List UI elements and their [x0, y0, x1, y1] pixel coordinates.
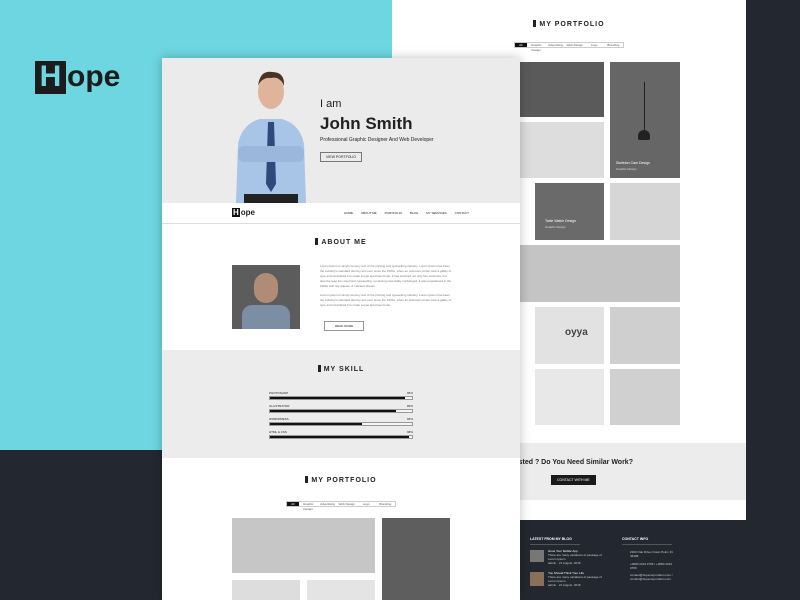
skill-section: MY SKILL PHOTOSHOP 95% ILLUSTRATOR 89% WORDP… [162, 350, 520, 458]
portfolio-tile[interactable] [610, 183, 680, 240]
contact-button[interactable]: CONTACT WITH ME [551, 475, 596, 485]
about-portrait [232, 265, 300, 329]
skill-percent: 65% [406, 417, 413, 421]
skill-name: WORDPRESS [269, 417, 289, 421]
skill-track [269, 422, 413, 426]
contact-emails: contact@hopecorporation.com / contact@ho… [630, 573, 673, 581]
blog-thumb [530, 550, 544, 562]
portfolio-tile[interactable] [520, 62, 604, 117]
filter-graphic[interactable]: Graphic Design [299, 502, 318, 511]
portfolio-tile[interactable] [610, 369, 680, 425]
portfolio-section: MY PORTFOLIO All Graphic Design Advertisin… [162, 458, 520, 600]
portfolio-tile[interactable]: Table Watch Design Graphic Design [535, 183, 604, 240]
skill-fill [270, 436, 410, 438]
portfolio-filters: All Graphic Design Advertising Web Design Lo… [286, 501, 396, 511]
skill-name: PHOTOSHOP [269, 391, 289, 395]
nav-contact[interactable]: CONTACT [455, 211, 469, 215]
filter-web[interactable]: Web Design [565, 43, 584, 47]
skill-percent: 95% [406, 391, 413, 395]
filter-branding[interactable]: Branding [376, 502, 395, 506]
skill-track [269, 409, 413, 413]
filter-advertising[interactable]: Advertising [546, 43, 565, 47]
brand-logo: Hope [35, 60, 120, 94]
hero-name: John Smith [320, 114, 413, 133]
skill-bar: WORDPRESS 65% [269, 417, 413, 426]
read-more-button[interactable]: READ MORE [324, 321, 365, 331]
portfolio-tile[interactable]: Skeleton Cam Design Graphic Design [610, 62, 680, 178]
hero-greeting: I am [320, 98, 342, 110]
portfolio-tile[interactable] [520, 245, 680, 302]
blog-post[interactable]: Grow Your Mobile App There are many varia… [548, 549, 608, 565]
portfolio-tile[interactable] [232, 518, 375, 573]
nav-home[interactable]: HOME [344, 211, 353, 215]
skill-percent: 89% [406, 404, 413, 408]
filter-logo[interactable]: Logo [356, 502, 375, 506]
filter-all[interactable]: All [287, 502, 299, 506]
blog-thumb [530, 572, 544, 586]
filter-graphic[interactable]: Graphic Design [527, 43, 546, 52]
skill-fill [270, 423, 363, 425]
nav-portfolio[interactable]: PORTFOLIO [385, 211, 402, 215]
filter-all[interactable]: All [515, 43, 527, 47]
hero-section: I am John Smith Professional Graphic Des… [162, 58, 520, 203]
portfolio-tile[interactable] [232, 580, 300, 600]
about-title: ABOUT ME [162, 238, 520, 246]
nav-services[interactable]: MY SERVICES [426, 211, 446, 215]
about-paragraph: Lorem Ipsum is simply dummy text of the … [320, 264, 452, 307]
portfolio-tile[interactable] [307, 580, 375, 600]
profile-photo [236, 71, 306, 203]
filter-web[interactable]: Web Design [337, 502, 356, 506]
hero-subtitle: Professional Graphic Designer And Web De… [320, 137, 434, 143]
skill-name: HTML & CSS [269, 430, 287, 434]
portfolio-title: MY PORTFOLIO [392, 20, 746, 28]
skill-fill [270, 410, 397, 412]
skill-fill [270, 397, 405, 399]
portfolio-tile[interactable] [382, 518, 450, 600]
navbar: Hope HOME ABOUT ME PORTFOLIO BLOG MY SER… [162, 203, 520, 224]
skill-name: ILLUSTRATOR [269, 404, 290, 408]
nav-about[interactable]: ABOUT ME [361, 211, 377, 215]
skill-track [269, 435, 413, 439]
portfolio-filters: All Graphic Design Advertising Web Design Lo… [514, 42, 624, 52]
portfolio-tile[interactable] [535, 369, 604, 425]
filter-advertising[interactable]: Advertising [318, 502, 337, 506]
filter-logo[interactable]: Logo [584, 43, 603, 47]
front-page-mockup: I am John Smith Professional Graphic Des… [162, 58, 520, 600]
cta-text: rested ? Do You Need Similar Work? [512, 459, 633, 466]
nav-logo[interactable]: Hope [232, 208, 255, 217]
skill-track [269, 396, 413, 400]
nav-blog[interactable]: BLOG [410, 211, 418, 215]
skill-bar: PHOTOSHOP 95% [269, 391, 413, 400]
contact-address: 2300 Oak Drive Crown Point, IN 46308 [630, 550, 673, 558]
portfolio-tile[interactable] [610, 307, 680, 364]
contact-phones: +0080 2343 3766 / +0080 2343 3766 [630, 562, 672, 570]
blog-post[interactable]: You Should Think Your Life There are many… [548, 571, 608, 587]
footer: LATEST FROM MY BLOG Grow Your Mobile App… [520, 520, 750, 600]
portfolio-tile[interactable] [520, 122, 604, 178]
view-portfolio-button[interactable]: VIEW PORTFOLIO [320, 152, 363, 162]
portfolio-tile[interactable]: oyya [535, 307, 604, 364]
about-section: ABOUT ME Lorem Ipsum is simply dummy tex… [162, 224, 520, 350]
skill-bar: ILLUSTRATOR 89% [269, 404, 413, 413]
skill-bar: HTML & CSS 98% [269, 430, 413, 439]
filter-branding[interactable]: Branding [604, 43, 623, 47]
skill-percent: 98% [406, 430, 413, 434]
portfolio-title: MY PORTFOLIO [162, 476, 520, 484]
skill-title: MY SKILL [162, 365, 520, 373]
